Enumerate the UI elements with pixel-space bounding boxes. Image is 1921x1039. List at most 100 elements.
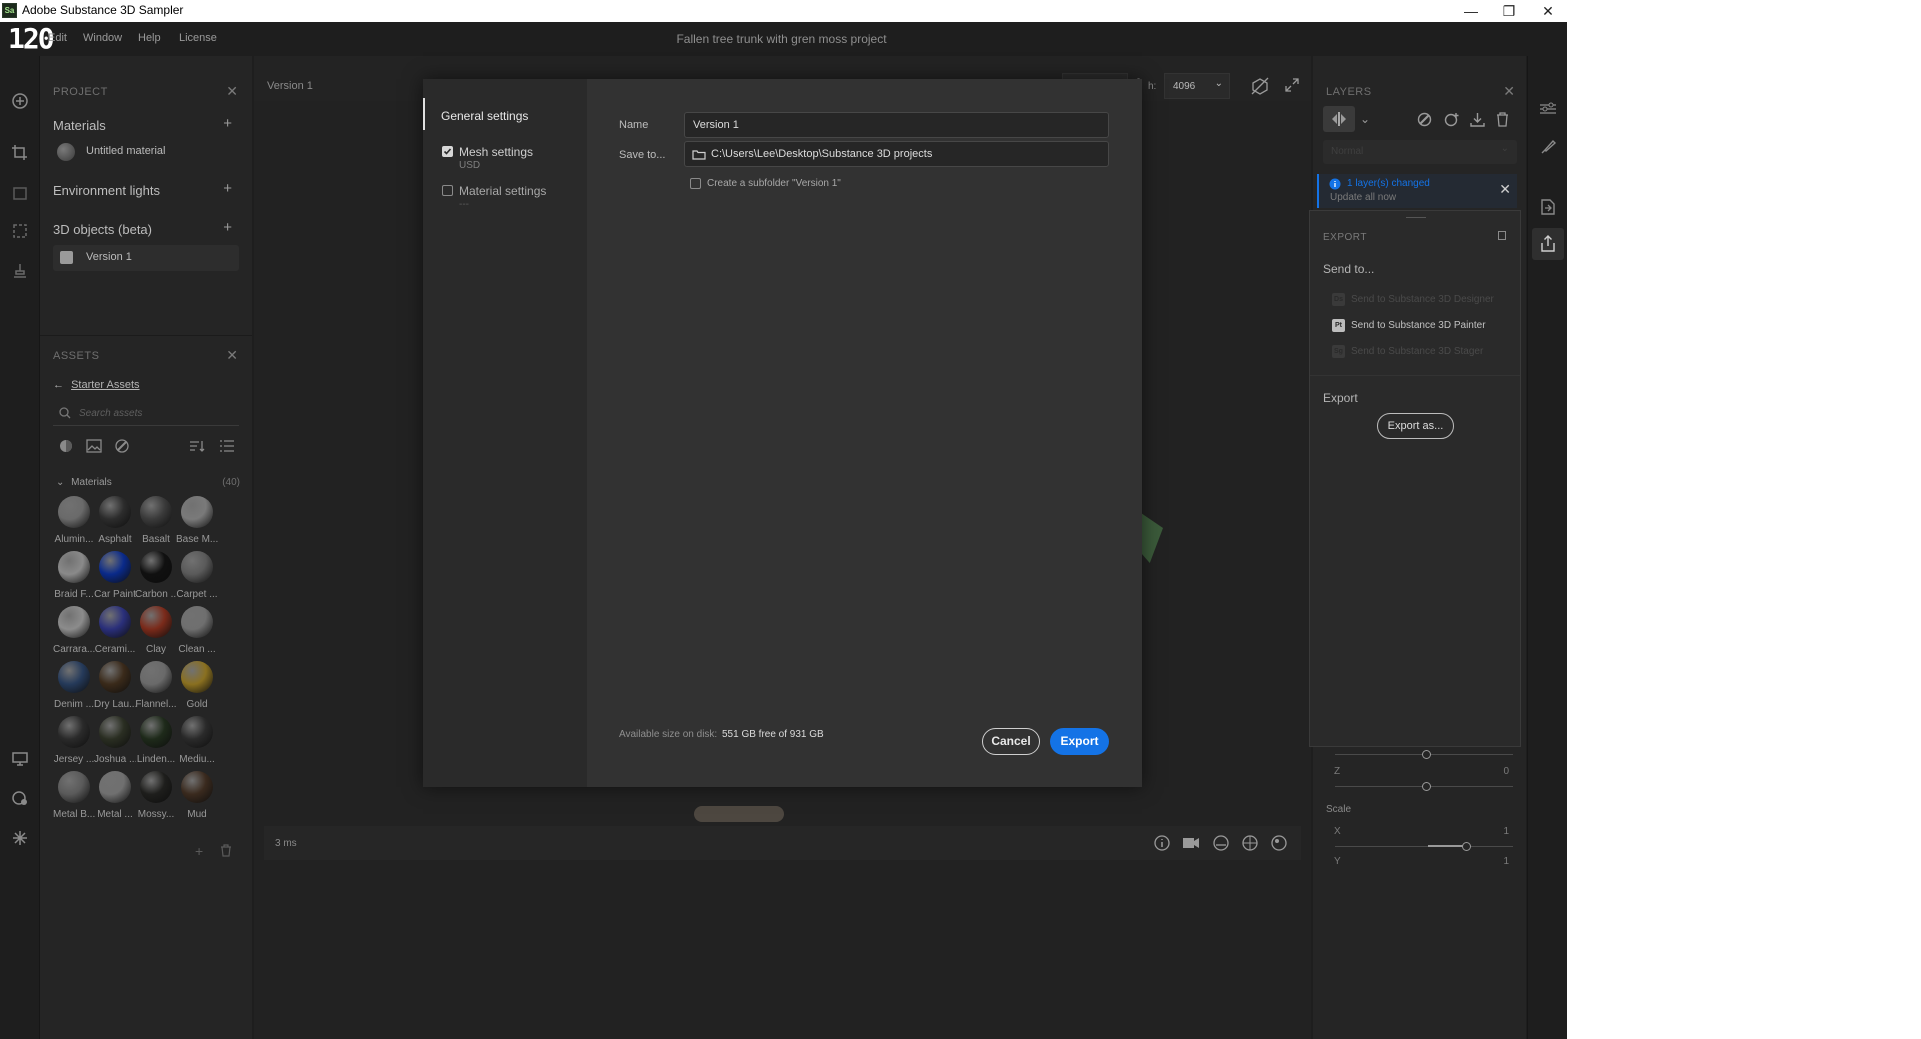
folder-icon[interactable] [692, 149, 706, 160]
list-view-icon[interactable] [219, 439, 235, 453]
add-material-button[interactable]: + [223, 115, 232, 132]
fullscreen-icon[interactable] [1284, 77, 1300, 93]
material-tile[interactable]: Gold [176, 661, 218, 717]
add-asset-icon[interactable]: + [195, 843, 203, 859]
import-layer-icon[interactable] [1470, 112, 1485, 127]
compare-icon [1332, 112, 1346, 126]
dock-icon[interactable] [1498, 231, 1506, 240]
mesh-format: USD [459, 160, 481, 171]
plugins-icon[interactable] [11, 829, 29, 847]
material-tile[interactable]: Flannel... [135, 661, 177, 717]
material-item[interactable]: Untitled material [53, 139, 239, 165]
material-tile[interactable]: Clay [135, 606, 177, 662]
material-tile[interactable]: Denim ... [53, 661, 95, 717]
breadcrumb-label[interactable]: Starter Assets [71, 379, 139, 391]
material-tile[interactable]: Braid F... [53, 551, 95, 607]
material-tile[interactable]: Carbon ... [135, 551, 177, 607]
scale-x-track[interactable] [1335, 846, 1513, 847]
tab-mesh-settings[interactable]: Mesh settings [459, 145, 533, 159]
material-tile[interactable]: Base M... [176, 496, 218, 552]
height-select[interactable]: 4096 ⌄ [1164, 73, 1230, 99]
globe-icon[interactable] [1242, 835, 1258, 851]
camera-icon[interactable] [1182, 836, 1200, 850]
save-path-input[interactable]: C:\Users\Lee\Desktop\Substance 3D projec… [684, 141, 1109, 167]
search-input[interactable]: Search assets [79, 408, 142, 419]
add-env-light-button[interactable]: + [223, 180, 232, 197]
layers-close-icon[interactable]: ✕ [1503, 83, 1515, 100]
material-tile[interactable]: Metal ... [94, 771, 136, 827]
export-doc-icon[interactable] [1539, 198, 1557, 216]
tab-material-settings[interactable]: Material settings [459, 184, 546, 198]
filter-filters-icon[interactable] [115, 439, 129, 453]
compare-toggle[interactable] [1323, 106, 1355, 132]
filter-materials-icon[interactable] [59, 439, 73, 453]
breadcrumb[interactable]: ← Starter Assets [53, 379, 140, 391]
cancel-button[interactable]: Cancel [982, 728, 1040, 755]
crop-icon[interactable] [11, 144, 29, 162]
z-slider-handle[interactable] [1422, 782, 1431, 791]
mesh-preview [1141, 513, 1163, 563]
add-icon[interactable] [11, 92, 29, 110]
chevron-down-icon[interactable]: ⌄ [1360, 112, 1370, 126]
material-tile[interactable]: Mediu... [176, 716, 218, 772]
transform-icon[interactable] [11, 222, 29, 240]
fill-icon[interactable] [11, 184, 29, 202]
update-all-link[interactable]: Update all now [1330, 192, 1396, 203]
material-tile[interactable]: Mud [176, 771, 218, 827]
mesh-settings-checkbox[interactable] [442, 146, 453, 157]
viewport-tab[interactable]: Version 1 [267, 80, 313, 92]
properties-icon[interactable] [1539, 101, 1557, 117]
hide-3d-icon[interactable] [1251, 77, 1269, 95]
brush-icon[interactable] [1539, 138, 1557, 156]
materials-icon[interactable] [11, 789, 29, 807]
material-tile[interactable]: Dry Lau... [94, 661, 136, 717]
material-tile[interactable]: Basalt [135, 496, 177, 552]
drag-handle[interactable] [1406, 217, 1426, 218]
tab-general-settings[interactable]: General settings [441, 109, 528, 123]
material-tile[interactable]: Carrara... [53, 606, 95, 662]
stamp-icon[interactable] [11, 262, 29, 280]
material-tile[interactable]: Joshua ... [94, 716, 136, 772]
export-button[interactable]: Export [1050, 728, 1109, 755]
close-icon[interactable]: ✕ [1525, 0, 1571, 22]
material-tile[interactable]: Car Paint [94, 551, 136, 607]
sort-icon[interactable] [189, 439, 205, 453]
search-box[interactable]: Search assets [53, 402, 239, 426]
close-icon[interactable]: ✕ [1499, 181, 1511, 198]
delete-layer-icon[interactable] [1496, 112, 1509, 127]
subfolder-label[interactable]: Create a subfolder "Version 1" [707, 178, 841, 189]
name-label: Name [619, 119, 649, 131]
subfolder-checkbox[interactable] [690, 178, 701, 189]
environment-icon[interactable] [1213, 835, 1229, 851]
shading-icon[interactable] [1271, 835, 1287, 851]
filter-images-icon[interactable] [86, 439, 102, 453]
object-item[interactable]: Version 1 [53, 245, 239, 271]
cube-icon [60, 251, 73, 264]
material-tile[interactable]: Mossy... [135, 771, 177, 827]
slider-handle[interactable] [1422, 750, 1431, 759]
material-tile[interactable]: Asphalt [94, 496, 136, 552]
display-icon[interactable] [11, 750, 29, 768]
material-tile[interactable]: Jersey ... [53, 716, 95, 772]
project-close-icon[interactable]: ✕ [226, 83, 238, 100]
add-layer-icon[interactable] [1444, 112, 1460, 127]
export-tab[interactable] [1532, 228, 1564, 260]
info-icon[interactable] [1154, 835, 1170, 851]
export-as-button[interactable]: Export as... [1377, 413, 1454, 439]
material-tile[interactable]: Carpet ... [176, 551, 218, 607]
name-input[interactable]: Version 1 [684, 112, 1109, 138]
material-settings-checkbox[interactable] [442, 185, 453, 196]
material-tile[interactable]: Linden... [135, 716, 177, 772]
group-toggle[interactable]: ⌄ Materials [56, 477, 112, 488]
material-tile[interactable]: Alumin... [53, 496, 95, 552]
mask-icon[interactable] [1417, 112, 1432, 127]
material-tile[interactable]: Cerami... [94, 606, 136, 662]
scale-x-handle[interactable] [1462, 842, 1471, 851]
delete-asset-icon[interactable] [220, 844, 232, 857]
blend-mode-select[interactable]: Normal ⌄ [1323, 140, 1517, 164]
material-tile[interactable]: Metal B... [53, 771, 95, 827]
material-tile[interactable]: Clean ... [176, 606, 218, 662]
assets-close-icon[interactable]: ✕ [226, 347, 238, 364]
back-arrow-icon[interactable]: ← [53, 379, 64, 391]
add-object-button[interactable]: + [223, 219, 232, 236]
